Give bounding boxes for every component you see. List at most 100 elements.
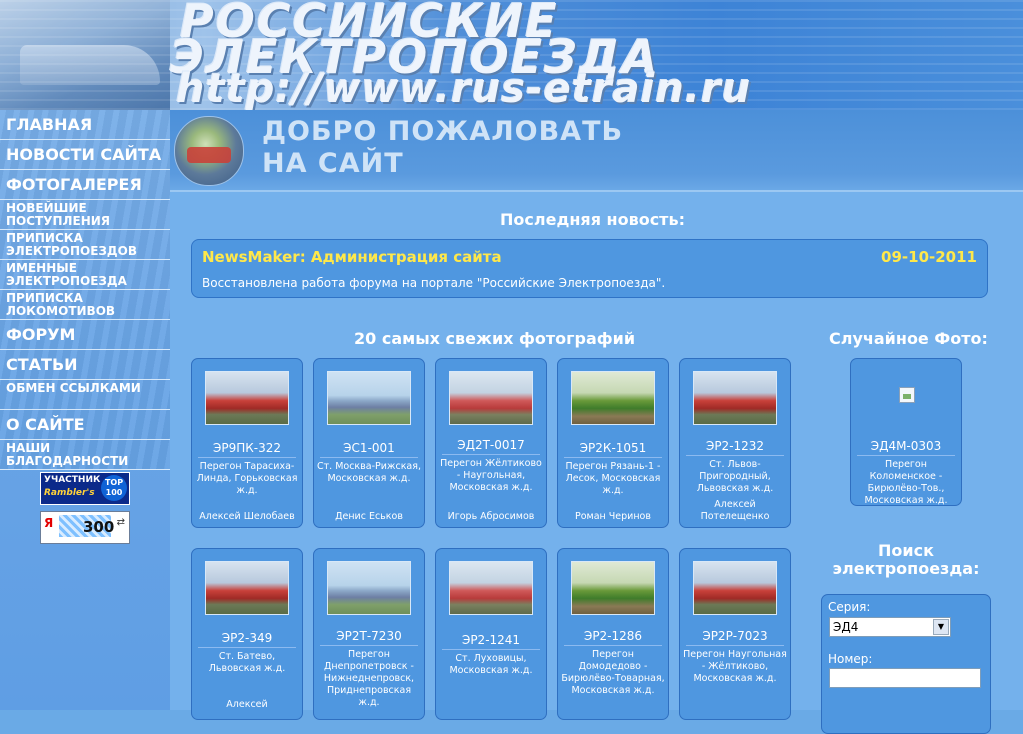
sidebar-item-6[interactable]: ПРИПИСКА ЛОКОМОТИВОВ <box>0 290 170 320</box>
welcome-title-line2: НА САЙТ <box>262 148 404 179</box>
news-date: 09-10-2011 <box>881 248 977 266</box>
card-separator <box>198 457 296 458</box>
photo-card[interactable]: ЭР2Р-7023 Перегон Наугольная - Жёлтиково,… <box>679 548 791 720</box>
yandex-count: 300 <box>83 518 115 536</box>
photo-name[interactable]: ЭС1-001 <box>314 441 424 455</box>
rambler-line2: Rambler's <box>44 488 95 498</box>
photo-location: Ст. Москва-Рижская, Московская ж.д. <box>316 461 421 484</box>
latest-photos-heading: 20 самых свежих фотографий <box>354 329 636 348</box>
sidebar-item-0[interactable]: ГЛАВНАЯ <box>0 110 170 140</box>
sidebar-nav: ГЛАВНАЯ НОВОСТИ САЙТА ФОТОГАЛЕРЕЯ НОВЕЙШИЕ … <box>0 110 170 710</box>
sidebar-item-9[interactable]: ОБМЕН ССЫЛКАМИ <box>0 380 170 410</box>
random-photo-card[interactable]: ЭД4М-0303 Перегон Коломенское - Бирюлёво… <box>850 358 962 506</box>
photo-location: Ст. Батево, Львовская ж.д. <box>208 651 286 674</box>
card-separator <box>320 645 418 646</box>
photo-card[interactable]: ЭР2К-1051 Перегон Рязань-1 - Лесок, Моско… <box>557 358 669 528</box>
photo-name[interactable]: ЭР2-349 <box>192 631 302 645</box>
rambler-top100-badge[interactable]: УЧАСТНИК Rambler's TOP 100 <box>40 472 130 505</box>
photo-thumbnail[interactable] <box>571 371 655 425</box>
photo-location: Перегон Тарасиха-Линда, Горьковская ж.д. <box>196 461 298 496</box>
welcome-train-photo <box>174 116 244 186</box>
news-author: NewsMaker: Администрация сайта <box>202 248 502 266</box>
yandex-refresh-icon: ⇄ <box>116 517 125 528</box>
card-separator <box>686 455 784 456</box>
photo-card[interactable]: ЭР2-1232 Ст. Львов-Пригородный, Львовская… <box>679 358 791 528</box>
photo-author: Денис Еськов <box>335 511 403 522</box>
photo-thumbnail[interactable] <box>693 371 777 425</box>
photo-author: Алексей Потелещенко <box>700 499 770 522</box>
photo-card[interactable]: ЭР2-1241 Ст. Луховицы, Московская ж.д. <box>435 548 547 720</box>
photo-thumbnail[interactable] <box>449 371 533 425</box>
series-selected-value: ЭД4 <box>833 620 859 634</box>
series-select[interactable]: ЭД4 ▼ <box>829 617 951 637</box>
welcome-banner: ДОБРО ПОЖАЛОВАТЬ НА САЙТ <box>170 110 1023 192</box>
sidebar-item-5[interactable]: ИМЕННЫЕ ЭЛЕКТРОПОЕЗДА <box>0 260 170 290</box>
photo-card[interactable]: ЭД2Т-0017 Перегон Жёлтиково - Наугольная,… <box>435 358 547 528</box>
rambler-line1: УЧАСТНИК <box>44 475 101 485</box>
number-input[interactable] <box>829 668 981 688</box>
yandex-logo: Я <box>44 516 54 530</box>
sidebar-item-1[interactable]: НОВОСТИ САЙТА <box>0 140 170 170</box>
photo-thumbnail[interactable] <box>693 561 777 615</box>
photo-author: Алексей Шелобаев <box>199 511 295 522</box>
photo-name[interactable]: ЭР2Р-7023 <box>680 629 790 643</box>
photo-thumbnail[interactable] <box>449 561 533 615</box>
photo-thumbnail[interactable] <box>571 561 655 615</box>
sidebar-item-11[interactable]: НАШИ БЛАГОДАРНОСТИ <box>0 440 170 470</box>
photo-location: Перегон Рязань-1 - Лесок, Московская ж.д… <box>565 461 661 496</box>
rambler-top-badge: TOP 100 <box>101 475 127 501</box>
card-separator <box>442 454 540 455</box>
sidebar-item-10[interactable]: О САЙТЕ <box>0 410 170 440</box>
card-separator <box>564 645 662 646</box>
photo-card[interactable]: ЭР2Т-7230 Перегон Днепропетровск - Нижнед… <box>313 548 425 720</box>
photo-thumbnail[interactable] <box>205 371 289 425</box>
random-photo-location: Перегон Коломенское - Бирюлёво-Тов., Мос… <box>864 459 948 506</box>
logo-url[interactable]: http://www.rus-etrain.ru <box>176 66 751 110</box>
photo-thumbnail[interactable] <box>327 561 411 615</box>
card-separator <box>320 457 418 458</box>
yandex-counter-badge[interactable]: Я 300 ⇄ <box>40 511 130 544</box>
sidebar-item-8[interactable]: СТАТЬИ <box>0 350 170 380</box>
random-photo-name: ЭД4М-0303 <box>870 439 942 453</box>
latest-news-heading: Последняя новость: <box>500 210 685 229</box>
photo-card[interactable]: ЭР2-349 Ст. Батево, Львовская ж.д. Алексей <box>191 548 303 720</box>
photo-name[interactable]: ЭР2-1286 <box>558 629 668 643</box>
site-header: РОССИЙСКИЕ ЭЛЕКТРОПОЕЗДА http://www.rus-… <box>0 0 1023 110</box>
dropdown-arrow-icon[interactable]: ▼ <box>933 619 949 635</box>
card-separator <box>198 647 296 648</box>
card-separator <box>857 455 955 456</box>
card-separator <box>564 457 662 458</box>
counters: УЧАСТНИК Rambler's TOP 100 Я 300 ⇄ <box>0 472 170 544</box>
sidebar-item-4[interactable]: ПРИПИСКА ЭЛЕКТРОПОЕЗДОВ <box>0 230 170 260</box>
photo-location: Перегон Наугольная - Жёлтиково, Московск… <box>683 649 787 684</box>
photo-card[interactable]: ЭС1-001 Ст. Москва-Рижская, Московская ж.… <box>313 358 425 528</box>
news-text: Восстановлена работа форума на портале "… <box>202 276 666 290</box>
welcome-title-line1: ДОБРО ПОЖАЛОВАТЬ <box>262 116 624 147</box>
photo-name[interactable]: ЭД2Т-0017 <box>436 438 546 452</box>
main-content: ДОБРО ПОЖАЛОВАТЬ НА САЙТ Последняя новос… <box>170 110 1023 734</box>
photo-location: Ст. Луховицы, Московская ж.д. <box>449 653 533 676</box>
photo-location: Перегон Домодедово - Бирюлёво-Товарная, … <box>561 649 665 696</box>
search-title: Поиск электропоезда: <box>832 541 980 578</box>
sidebar-item-3[interactable]: НОВЕЙШИЕ ПОСТУПЛЕНИЯ <box>0 200 170 230</box>
photo-thumbnail[interactable] <box>205 561 289 615</box>
photo-location: Перегон Днепропетровск - Нижнеднепровск,… <box>323 649 415 708</box>
photo-name[interactable]: ЭР2-1241 <box>436 633 546 647</box>
photo-author: Роман Черинов <box>575 511 651 522</box>
photo-name[interactable]: ЭР2К-1051 <box>558 441 668 455</box>
random-photo-heading: Случайное Фото: <box>829 329 988 348</box>
photo-name[interactable]: ЭР2-1232 <box>680 439 790 453</box>
sidebar-item-7[interactable]: ФОРУМ <box>0 320 170 350</box>
photo-name[interactable]: ЭР9ПК-322 <box>192 441 302 455</box>
card-separator <box>686 645 784 646</box>
broken-image-icon <box>899 387 915 403</box>
card-separator <box>442 649 540 650</box>
photo-thumbnail[interactable] <box>327 371 411 425</box>
photo-name[interactable]: ЭР2Т-7230 <box>314 629 424 643</box>
series-label: Серия: <box>828 600 871 614</box>
photo-author: Алексей <box>226 699 268 710</box>
sidebar-item-2[interactable]: ФОТОГАЛЕРЕЯ <box>0 170 170 200</box>
photo-card[interactable]: ЭР9ПК-322 Перегон Тарасиха-Линда, Горьков… <box>191 358 303 528</box>
photo-card[interactable]: ЭР2-1286 Перегон Домодедово - Бирюлёво-То… <box>557 548 669 720</box>
nav-list: ГЛАВНАЯ НОВОСТИ САЙТА ФОТОГАЛЕРЕЯ НОВЕЙШИЕ … <box>0 110 170 470</box>
